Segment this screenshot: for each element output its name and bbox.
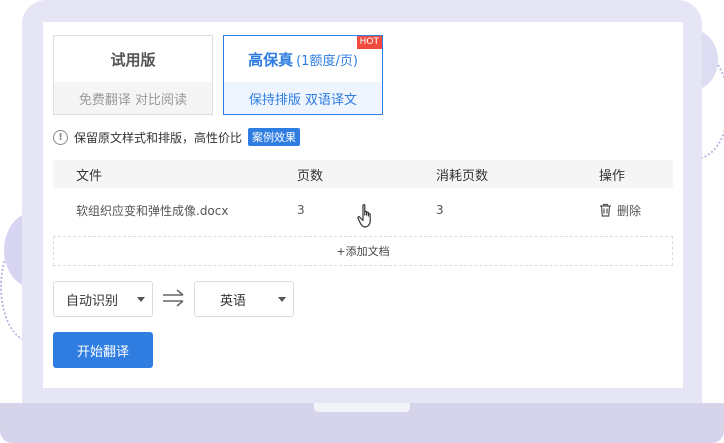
- header-action: 操作: [599, 168, 626, 184]
- source-language-select[interactable]: 自动识别: [53, 281, 153, 317]
- info-icon: !: [53, 129, 68, 145]
- info-row: ! 保留原文样式和排版，高性价比 案例效果: [53, 128, 301, 146]
- mode-card-trial[interactable]: 试用版 免费翻译 对比阅读: [53, 35, 213, 115]
- hand-cursor-icon: [357, 204, 371, 228]
- target-language-select[interactable]: 英语: [194, 281, 294, 317]
- chevron-down-icon: [137, 297, 145, 302]
- header-file: 文件: [76, 168, 103, 184]
- file-table-header: 文件 页数 消耗页数 操作: [53, 160, 673, 188]
- mode-hifi-title: 高保真: [248, 50, 294, 69]
- mode-card-hifi[interactable]: HOT 高保真 (1额度/页) 保持排版 双语译文: [223, 35, 383, 115]
- source-language-value: 自动识别: [65, 293, 118, 309]
- info-text: 保留原文样式和排版，高性价比: [74, 130, 243, 145]
- trash-icon: [599, 203, 612, 217]
- laptop-notch: [314, 403, 410, 412]
- delete-button[interactable]: 删除: [599, 194, 641, 226]
- mode-hifi-note: (1额度/页): [296, 53, 358, 69]
- header-pages: 页数: [297, 168, 324, 184]
- case-example-link[interactable]: 案例效果: [248, 128, 301, 146]
- file-consumed: 3: [436, 203, 444, 217]
- target-language-value: 英语: [219, 293, 246, 309]
- add-document-button[interactable]: +添加文档: [53, 236, 673, 266]
- hot-badge: HOT: [356, 36, 382, 49]
- swap-arrows-icon[interactable]: [162, 288, 186, 308]
- header-consumed: 消耗页数: [436, 168, 489, 184]
- file-pages: 3: [297, 203, 305, 217]
- chevron-down-icon: [278, 297, 286, 302]
- mode-trial-title: 试用版: [110, 50, 156, 69]
- delete-label: 删除: [617, 203, 642, 218]
- mode-hifi-subtitle: 保持排版 双语译文: [224, 82, 382, 114]
- start-translation-button[interactable]: 开始翻译: [53, 332, 153, 368]
- file-name: 软组织应变和弹性成像.docx: [76, 203, 229, 218]
- mode-trial-subtitle: 免费翻译 对比阅读: [54, 82, 212, 114]
